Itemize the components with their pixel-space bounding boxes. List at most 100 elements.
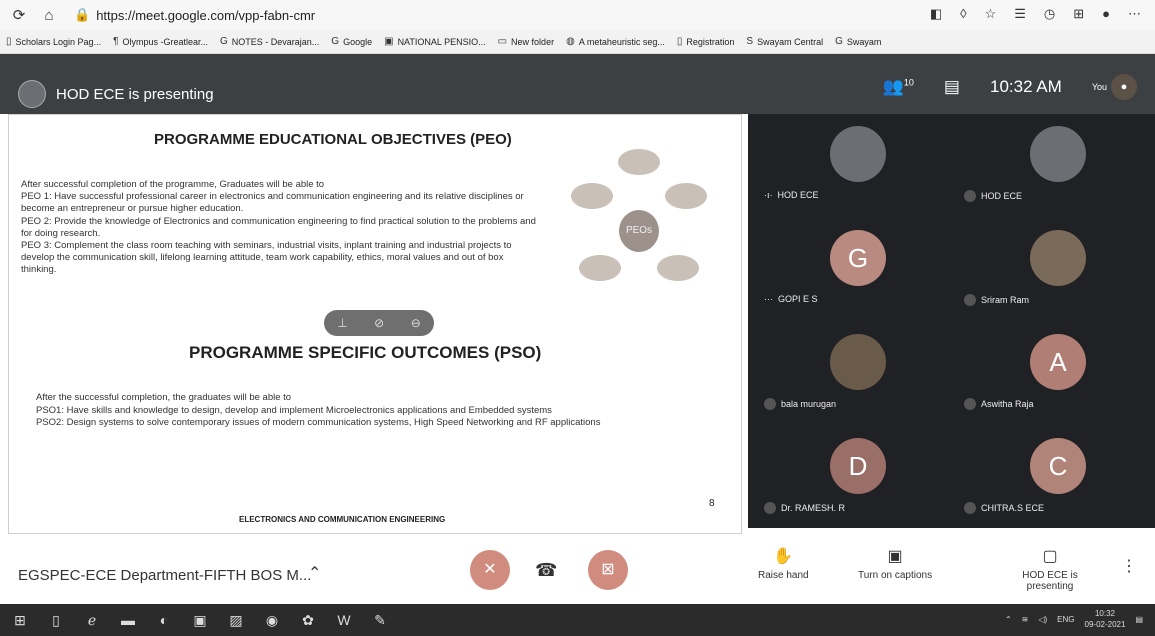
app-icon[interactable]: ✿	[300, 612, 316, 628]
more-icon[interactable]: ⋯	[1128, 6, 1141, 22]
remove-icon[interactable]: ⊖	[411, 316, 421, 330]
raise-hand-button[interactable]: ✋ Raise hand	[758, 546, 809, 581]
notifications-icon[interactable]: ▤	[1135, 615, 1143, 624]
windows-taskbar: ⊞ ▯ ℯ ▬ ◐ ▣ ▨ ◉ ✿ W ✎ ⌃ ≋ ◁) ENG 10:32 0…	[0, 604, 1155, 636]
language-indicator[interactable]: ENG	[1057, 615, 1074, 624]
bookmark-item[interactable]: ▯ Registration	[677, 36, 735, 47]
presenter-logo	[18, 80, 46, 108]
app-icon[interactable]: ✎	[372, 612, 388, 628]
avatar: G	[830, 230, 886, 286]
file-explorer-icon[interactable]: ▬	[120, 612, 136, 628]
cycle-node	[665, 183, 707, 209]
network-icon[interactable]: ≋	[1022, 615, 1029, 624]
captions-button[interactable]: ▣ Turn on captions	[858, 546, 932, 581]
avatar	[830, 126, 886, 182]
windows-start-icon[interactable]: ⊞	[12, 612, 28, 628]
people-button[interactable]: 👥10	[883, 77, 914, 97]
star-icon[interactable]: ☆	[985, 6, 997, 22]
mute-icon[interactable]: ⊘	[374, 316, 384, 330]
chevron-up-icon[interactable]: ⌃	[1005, 615, 1012, 624]
participant-tile[interactable]: C CHITRA.S ECE	[956, 430, 1146, 522]
present-icon: ▢	[1042, 548, 1058, 565]
bookmark-item[interactable]: S Swayam Central	[746, 36, 823, 47]
meet-controls-bar: EGSPEC-ECE Department-FIFTH BOS M... ⌃ ✕…	[0, 534, 1155, 604]
more-options-icon[interactable]: ⋮	[1121, 556, 1137, 576]
leave-call-button[interactable]: ☎	[535, 560, 557, 581]
hand-icon: ✋	[773, 548, 794, 565]
camera-off-icon: ⊠	[601, 561, 615, 578]
phone-hangup-icon: ☎	[535, 560, 558, 580]
profile-icon[interactable]: ●	[1102, 6, 1110, 22]
page-icon: ▯	[676, 36, 683, 47]
participant-tile[interactable]: D Dr. RAMESH. R	[756, 430, 946, 522]
cycle-center: PEOs	[619, 210, 659, 252]
avatar	[1030, 230, 1086, 286]
bookmark-item[interactable]: G Swayam	[835, 36, 881, 47]
system-tray: ⌃ ≋ ◁) ENG 10:32 09-02-2021 ▤	[1005, 608, 1143, 630]
cycle-node	[571, 183, 613, 209]
mic-off-icon: ✕	[483, 561, 497, 578]
app-icon[interactable]: ▨	[228, 612, 244, 628]
collections-icon[interactable]: ⊞	[1073, 6, 1084, 22]
history-icon[interactable]: ◷	[1044, 6, 1055, 22]
mic-toggle-button[interactable]: ✕	[470, 550, 510, 590]
google-icon: G	[219, 36, 228, 47]
slide-footer: ELECTRONICS AND COMMUNICATION ENGINEERIN…	[239, 515, 446, 524]
bookmark-item[interactable]: G Google	[331, 36, 372, 47]
more-icon: ···	[764, 294, 773, 304]
cycle-node	[579, 255, 621, 281]
pso-text: After the successful completion, the gra…	[36, 392, 686, 430]
participant-tile[interactable]: ·ı· HOD ECE	[756, 118, 946, 210]
chrome-icon[interactable]: ◉	[264, 612, 280, 628]
favorites-icon[interactable]: ☰	[1014, 6, 1026, 22]
address-bar[interactable]: 🔒 https://meet.google.com/vpp-fabn-cmr	[74, 7, 315, 23]
pso-intro: After the successful completion, the gra…	[36, 392, 292, 403]
cycle-node	[657, 255, 699, 281]
bookmark-item[interactable]: ▯ Scholars Login Pag...	[6, 36, 101, 47]
peo-intro: After successful completion of the progr…	[21, 179, 325, 190]
bookmarks-bar: ▯ Scholars Login Pag... ¶ Olympus -Greatle…	[0, 30, 1155, 54]
word-icon[interactable]: W	[336, 612, 352, 628]
browser-toolbar: ⟳ ⌂ 🔒 https://meet.google.com/vpp-fabn-c…	[0, 0, 1155, 30]
mic-off-icon	[964, 502, 976, 514]
participant-tile[interactable]: G ··· GOPI E S	[756, 222, 946, 314]
presenting-button[interactable]: ▢ HOD ECE is presenting	[1010, 546, 1090, 592]
bookmark-item[interactable]: ▣ NATIONAL PENSIO...	[384, 36, 485, 47]
clock[interactable]: 10:32 09-02-2021	[1085, 608, 1126, 630]
chat-icon[interactable]: ▤	[944, 77, 960, 97]
participant-tile[interactable]: HOD ECE	[956, 118, 1146, 210]
pso-2: PSO2: Design systems to solve contempora…	[36, 417, 601, 428]
reload-icon[interactable]: ⟳	[8, 6, 30, 24]
meeting-title[interactable]: EGSPEC-ECE Department-FIFTH BOS M...	[18, 567, 311, 584]
peo-2: PEO 2: Provide the knowledge of Electron…	[21, 215, 536, 239]
peo-cycle-diagram: PEOs	[569, 145, 709, 305]
camera-icon[interactable]: ◧	[930, 6, 942, 22]
edge-icon[interactable]: ℯ	[84, 612, 100, 628]
chevron-up-icon[interactable]: ⌃	[308, 563, 321, 583]
participant-tile[interactable]: Sriram Ram	[956, 222, 1146, 314]
participant-tile[interactable]: A Aswitha Raja	[956, 326, 1146, 418]
page-icon: ◍	[566, 36, 575, 47]
volume-icon[interactable]: ◁)	[1038, 615, 1047, 624]
bookmark-item[interactable]: ¶ Olympus -Greatlear...	[113, 36, 208, 47]
read-aloud-icon[interactable]: ◊	[960, 6, 966, 22]
self-view[interactable]: You ●	[1092, 74, 1137, 100]
pin-icon[interactable]: ⊥	[337, 316, 347, 330]
peo-1: PEO 1: Have successful professional care…	[21, 191, 524, 215]
bookmark-item[interactable]: G NOTES - Devarajan...	[220, 36, 319, 47]
page-icon: ▯	[6, 36, 12, 47]
task-view-icon[interactable]: ▯	[48, 612, 64, 628]
bookmark-item[interactable]: ▭ New folder	[498, 36, 554, 47]
home-icon[interactable]: ⌂	[38, 7, 60, 24]
bookmark-item[interactable]: ◍ A metaheuristic seg...	[566, 36, 665, 47]
peo-title: PROGRAMME EDUCATIONAL OBJECTIVES (PEO)	[154, 131, 512, 148]
camera-toggle-button[interactable]: ⊠	[588, 550, 628, 590]
app-icon[interactable]: ◐	[156, 612, 172, 628]
meet-header-right: 👥10 ▤ 10:32 AM You ●	[883, 74, 1137, 100]
people-icon: 👥	[882, 77, 904, 96]
page-number: 8	[709, 498, 715, 509]
participant-tile[interactable]: bala murugan	[756, 326, 946, 418]
app-icon[interactable]: ▣	[192, 612, 208, 628]
cycle-node	[618, 149, 660, 175]
presentation-controls[interactable]: ⊥ ⊘ ⊖	[324, 310, 434, 336]
